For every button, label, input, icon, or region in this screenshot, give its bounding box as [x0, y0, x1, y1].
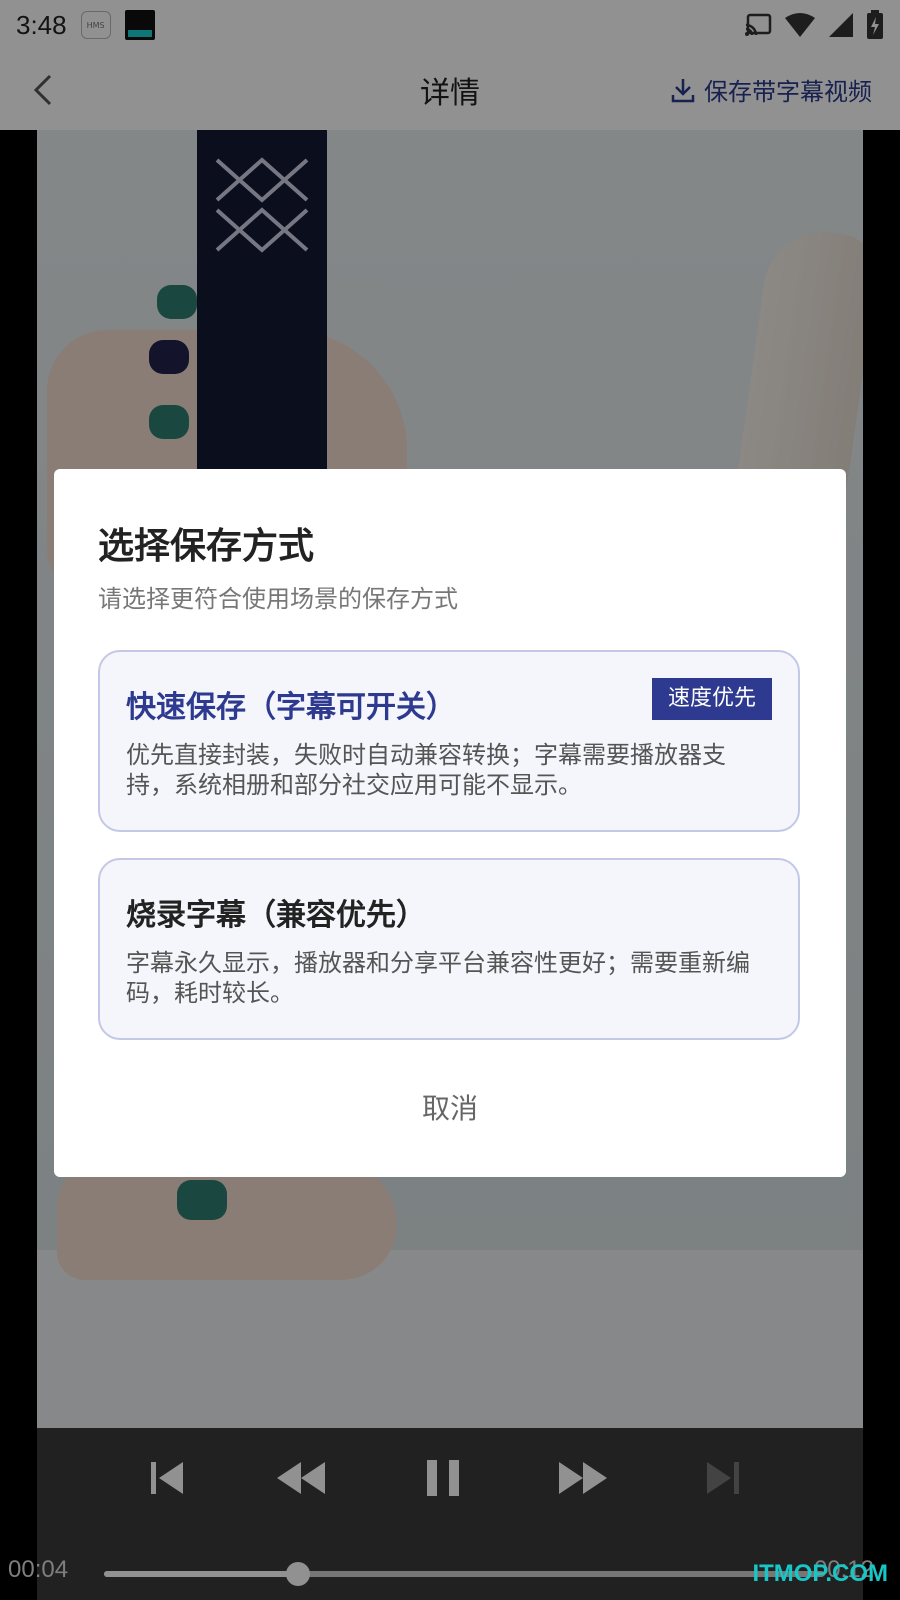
option-title: 快速保存（字幕可开关） — [126, 690, 456, 725]
option-burn-subtitles[interactable]: 烧录字幕（兼容优先） 字幕永久显示，播放器和分享平台兼容性更好；需要重新编码，耗… — [98, 858, 800, 1040]
option-title: 烧录字幕（兼容优先） — [126, 898, 426, 933]
option-quick-save[interactable]: 快速保存（字幕可开关） 速度优先 优先直接封装，失败时自动兼容转换；字幕需要播放… — [98, 650, 800, 832]
dialog-title: 选择保存方式 — [98, 526, 315, 567]
watermark: ITMOP.COM — [752, 1560, 888, 1587]
save-method-dialog: 选择保存方式 请选择更符合使用场景的保存方式 快速保存（字幕可开关） 速度优先 … — [54, 469, 846, 1177]
speed-priority-badge: 速度优先 — [651, 678, 772, 720]
option-description: 优先直接封装，失败时自动兼容转换；字幕需要播放器支持，系统相册和部分社交应用可能… — [126, 741, 726, 799]
cancel-button[interactable]: 取消 — [54, 1087, 846, 1127]
option-description: 字幕永久显示，播放器和分享平台兼容性更好；需要重新编码，耗时较长。 — [126, 949, 750, 1007]
dialog-subtitle: 请选择更符合使用场景的保存方式 — [98, 585, 458, 613]
